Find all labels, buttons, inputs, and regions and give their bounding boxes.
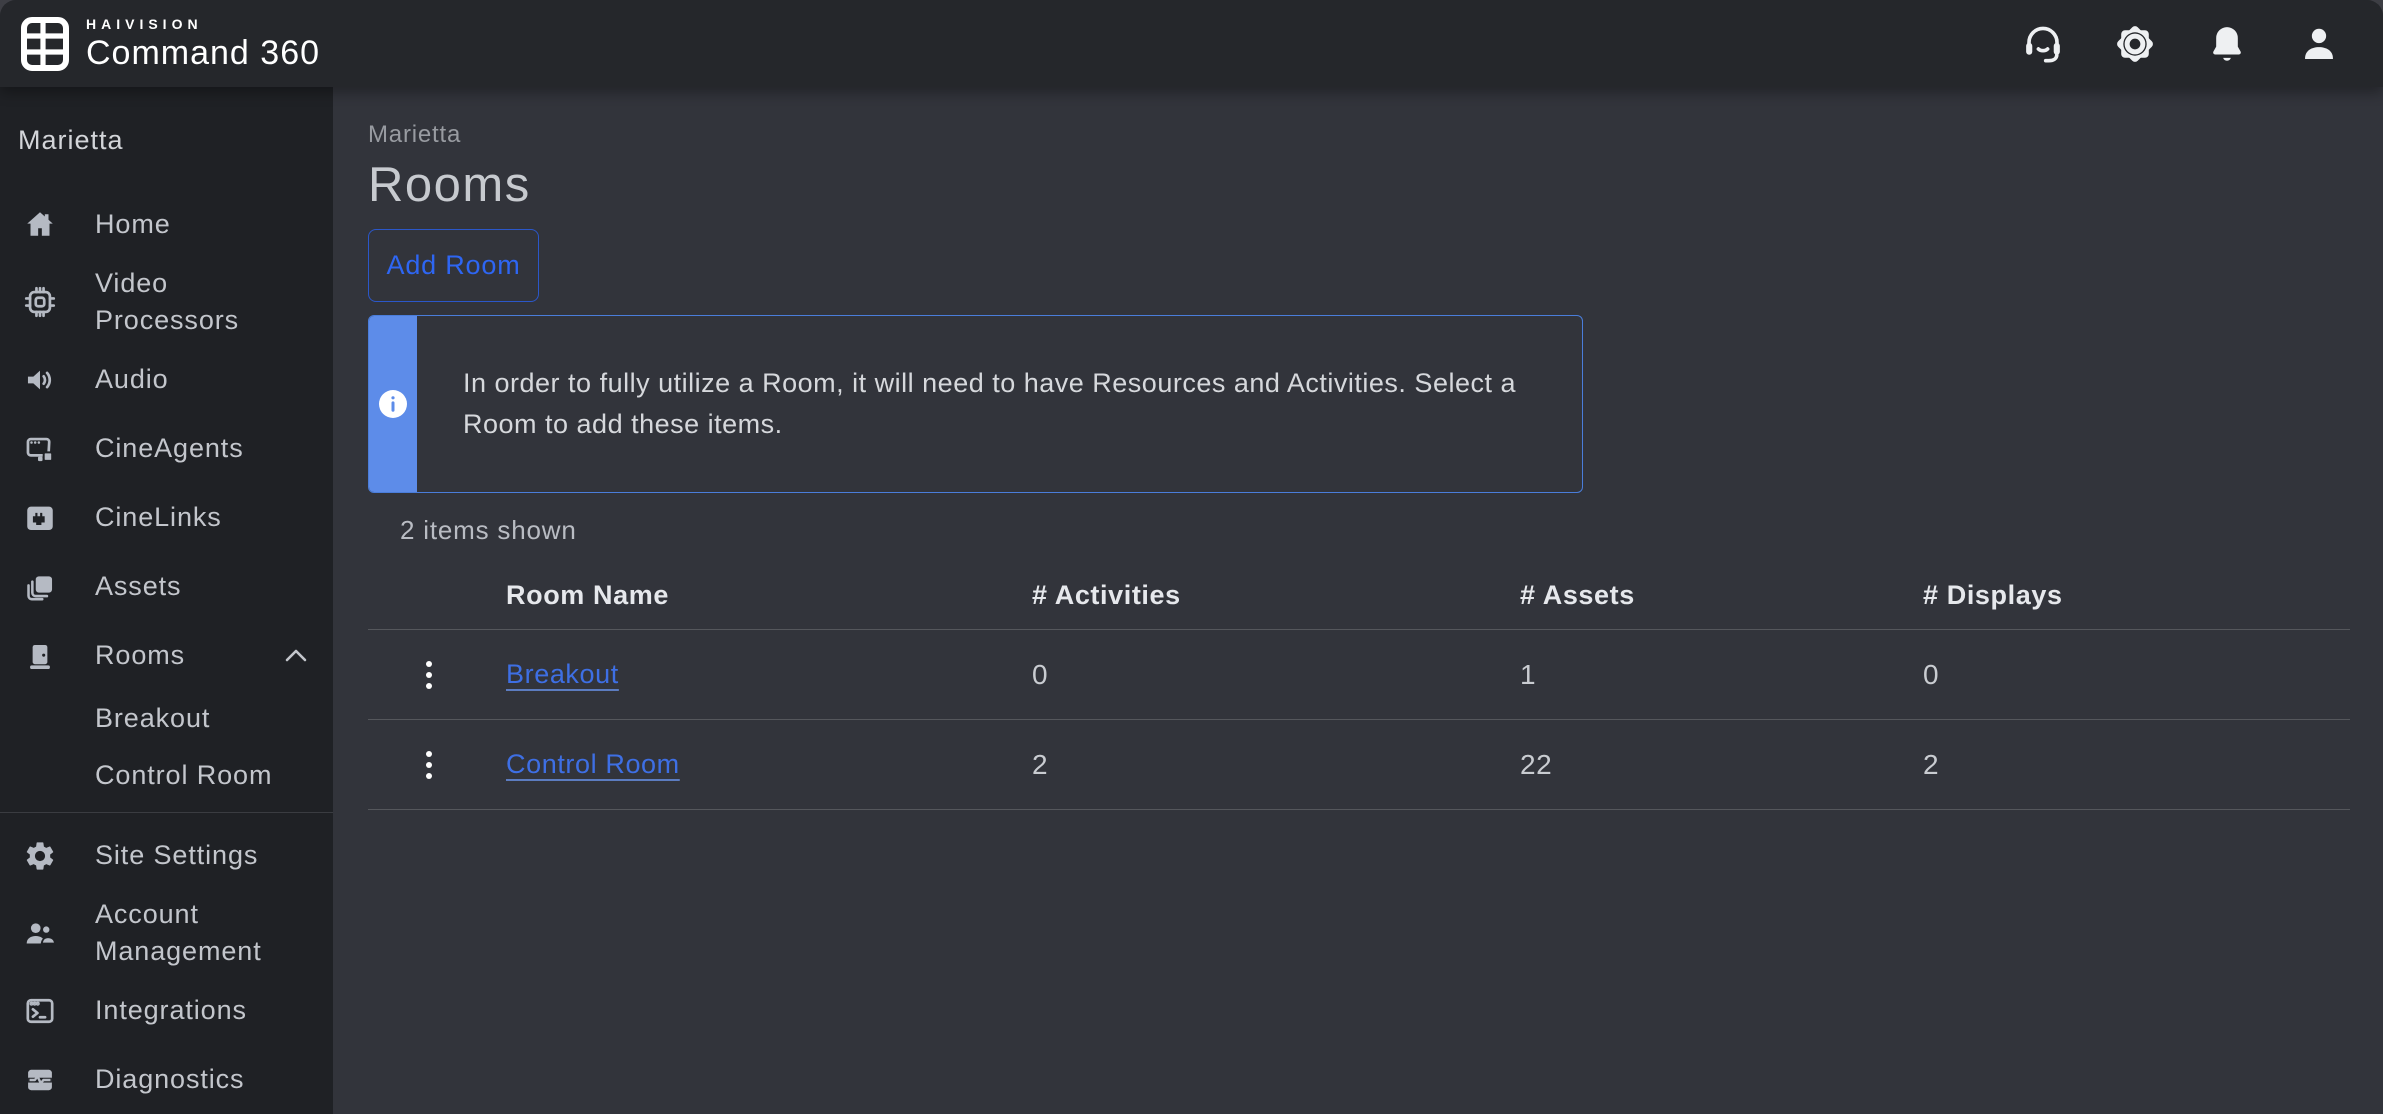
- sidebar-item-account-management[interactable]: Account Management: [0, 890, 333, 976]
- info-banner-stripe: [369, 316, 417, 492]
- haivision-logo-icon: [20, 16, 70, 72]
- table-row: Breakout 0 1 0: [368, 630, 2350, 720]
- displays-count: 2: [1923, 749, 2350, 781]
- sidebar-subitem-control-room[interactable]: Control Room: [0, 747, 333, 804]
- topbar-actions: [2019, 20, 2343, 68]
- table-header-row: Room Name # Activities # Assets # Displa…: [368, 562, 2350, 630]
- sidebar-item-label: Site Settings: [95, 837, 258, 874]
- main-content: Marietta Rooms Add Room In order to full…: [333, 87, 2383, 1114]
- page-title: Rooms: [368, 156, 2383, 214]
- row-menu-button[interactable]: [419, 745, 439, 785]
- sidebar-item-label: CineAgents: [95, 430, 244, 467]
- column-header-room-name: Room Name: [506, 580, 1032, 611]
- account-icon: [2297, 22, 2341, 66]
- sidebar-item-audio[interactable]: Audio: [0, 345, 333, 414]
- sidebar: Marietta Home: [0, 87, 333, 1114]
- kebab-icon: [426, 751, 432, 757]
- sidebar-item-site-settings[interactable]: Site Settings: [0, 821, 333, 890]
- column-header-activities: # Activities: [1032, 580, 1520, 611]
- table-row: Control Room 2 22 2: [368, 720, 2350, 810]
- sidebar-subitem-label: Breakout: [95, 703, 210, 734]
- add-room-button[interactable]: Add Room: [368, 229, 539, 302]
- sidebar-item-label: Integrations: [95, 992, 247, 1029]
- assets-count: 1: [1520, 659, 1923, 691]
- brand-text: HAIVISION Command 360: [86, 17, 320, 70]
- layers-icon: [23, 570, 57, 604]
- support-button[interactable]: [2019, 20, 2067, 68]
- sidebar-item-label: Assets: [95, 568, 181, 605]
- people-icon: [23, 916, 57, 950]
- sidebar-item-home[interactable]: Home: [0, 190, 333, 259]
- display-settings-icon: [2112, 21, 2158, 67]
- column-header-displays: # Displays: [1923, 580, 2350, 611]
- support-icon: [2020, 21, 2066, 67]
- kebab-icon: [426, 661, 432, 667]
- activities-count: 2: [1032, 749, 1520, 781]
- notifications-icon: [2205, 22, 2249, 66]
- sidebar-subitem-breakout[interactable]: Breakout: [0, 690, 333, 747]
- top-bar: HAIVISION Command 360: [0, 0, 2383, 87]
- room-link[interactable]: Control Room: [506, 749, 680, 779]
- sidebar-item-video-processors[interactable]: Video Processors: [0, 259, 333, 345]
- door-icon: [23, 639, 57, 673]
- chevron-up-icon: [285, 649, 307, 662]
- sidebar-item-diagnostics[interactable]: Diagnostics: [0, 1045, 333, 1114]
- chip-icon: [23, 285, 57, 319]
- breadcrumb: Marietta: [368, 120, 2383, 150]
- sidebar-item-label: CineLinks: [95, 499, 222, 536]
- sidebar-subitem-label: Control Room: [95, 760, 272, 791]
- row-menu-button[interactable]: [419, 655, 439, 695]
- sidebar-item-label: Account Management: [95, 896, 307, 970]
- speaker-icon: [23, 363, 57, 397]
- rooms-table: Room Name # Activities # Assets # Displa…: [368, 562, 2350, 810]
- sidebar-item-cineagents[interactable]: CineAgents: [0, 414, 333, 483]
- product-name: Command 360: [86, 36, 320, 70]
- info-banner: In order to fully utilize a Room, it wil…: [368, 315, 1583, 493]
- app-window: HAIVISION Command 360: [0, 0, 2383, 1114]
- brand-name: HAIVISION: [86, 17, 320, 31]
- sidebar-item-rooms[interactable]: Rooms: [0, 621, 333, 690]
- pulse-icon: [23, 1063, 57, 1097]
- sidebar-divider: [0, 812, 333, 813]
- display-settings-button[interactable]: [2111, 20, 2159, 68]
- items-shown-count: 2 items shown: [400, 515, 2383, 546]
- sidebar-item-label: Rooms: [95, 637, 185, 674]
- sidebar-item-integrations[interactable]: Integrations: [0, 976, 333, 1045]
- sidebar-item-label: Audio: [95, 361, 169, 398]
- agent-window-icon: [23, 432, 57, 466]
- info-icon: [378, 389, 408, 419]
- sidebar-item-label: Home: [95, 206, 171, 243]
- info-banner-text: In order to fully utilize a Room, it wil…: [417, 343, 1557, 465]
- home-icon: [23, 208, 57, 242]
- brand: HAIVISION Command 360: [20, 16, 320, 72]
- sidebar-item-assets[interactable]: Assets: [0, 552, 333, 621]
- activities-count: 0: [1032, 659, 1520, 691]
- assets-count: 22: [1520, 749, 1923, 781]
- displays-count: 0: [1923, 659, 2350, 691]
- account-button[interactable]: [2295, 20, 2343, 68]
- gear-icon: [23, 839, 57, 873]
- room-link[interactable]: Breakout: [506, 659, 619, 689]
- sidebar-item-cinelinks[interactable]: CineLinks: [0, 483, 333, 552]
- column-header-assets: # Assets: [1520, 580, 1923, 611]
- sidebar-item-label: Diagnostics: [95, 1061, 244, 1098]
- site-label: Marietta: [0, 113, 333, 190]
- ethernet-icon: [23, 501, 57, 535]
- terminal-icon: [23, 994, 57, 1028]
- rooms-submenu: Breakout Control Room: [0, 690, 333, 804]
- notifications-button[interactable]: [2203, 20, 2251, 68]
- sidebar-item-label: Video Processors: [95, 265, 307, 339]
